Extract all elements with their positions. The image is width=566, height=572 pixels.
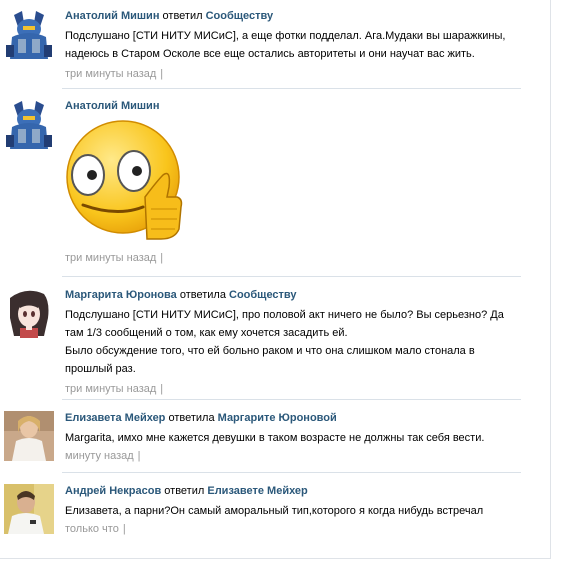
comment-header: Маргарита Юронова ответила Сообществу [65, 288, 520, 302]
comment-text: Подслушано [СТИ НИТУ МИСиС], про половой… [65, 309, 504, 339]
comment-body: Маргарита Юронова ответила Сообществу По… [65, 288, 520, 396]
reply-verb: ответил [164, 485, 205, 497]
comment-item: Елизавета Мейхер ответила Маргарите Юрон… [4, 411, 520, 467]
reply-target-link[interactable]: Маргарите Юроновой [218, 412, 337, 424]
comment-text: Margarita, имхо мне кажется девушки в та… [65, 432, 485, 444]
reply-target-link[interactable]: Сообществу [206, 10, 274, 22]
timestamp[interactable]: три минуты назад [65, 383, 156, 395]
separator: | [160, 383, 164, 395]
separator: | [122, 523, 126, 535]
comments-panel: Анатолий Мишин ответил Сообществу Подслу… [0, 0, 551, 559]
reply-verb: ответила [179, 289, 226, 301]
comment-meta: три минуты назад | [65, 67, 520, 81]
avatar[interactable] [4, 484, 54, 534]
comment-header: Анатолий Мишин ответил Сообществу [65, 9, 520, 23]
comment-meta: три минуты назад | [65, 382, 520, 396]
divider [62, 88, 521, 89]
author-link[interactable]: Анатолий Мишин [65, 10, 159, 22]
reply-verb: ответила [168, 412, 215, 424]
thumbs-up-smiley-sticker [65, 117, 185, 245]
separator: | [160, 252, 164, 264]
comment-body: Андрей Некрасов ответил Елизавете Мейхер… [65, 484, 520, 536]
comment-meta: три минуты назад | [65, 251, 520, 265]
author-link[interactable]: Анатолий Мишин [65, 100, 159, 112]
comment-body: Анатолий Мишин ответил Сообществу Подслу… [65, 9, 520, 81]
author-link[interactable]: Елизавета Мейхер [65, 412, 165, 424]
divider [62, 276, 521, 277]
comment-item: Маргарита Юронова ответила Сообществу По… [4, 288, 520, 395]
avatar[interactable] [4, 99, 54, 149]
reply-verb: ответил [162, 10, 203, 22]
comment-body: Анатолий Мишин три минуты назад | [65, 99, 520, 265]
divider [62, 399, 521, 400]
comment-header: Анатолий Мишин [65, 99, 520, 113]
separator: | [160, 68, 164, 80]
reply-target-link[interactable]: Елизавете Мейхер [207, 485, 307, 497]
timestamp[interactable]: три минуты назад [65, 252, 156, 264]
comment-text: Подслушано [СТИ НИТУ МИСиС], а еще фотки… [65, 30, 506, 60]
comment-header: Елизавета Мейхер ответила Маргарите Юрон… [65, 411, 520, 425]
comment-text-continued: Было обсуждение того, что ей больно рако… [65, 345, 475, 375]
timestamp[interactable]: три минуты назад [65, 68, 156, 80]
timestamp[interactable]: минуту назад [65, 450, 134, 462]
comment-meta: минуту назад | [65, 449, 520, 463]
avatar[interactable] [4, 9, 54, 59]
author-link[interactable]: Маргарита Юронова [65, 289, 177, 301]
timestamp[interactable]: только что [65, 523, 119, 535]
divider [62, 472, 521, 473]
comment-meta: только что | [65, 522, 520, 536]
author-link[interactable]: Андрей Некрасов [65, 485, 161, 497]
comment-item: Анатолий Мишин ответил Сообществу Подслу… [4, 9, 520, 81]
comment-text: Елизавета, а парни?Он самый аморальный т… [65, 505, 484, 517]
avatar[interactable] [4, 411, 54, 461]
comment-item: Анатолий Мишин три минуты назад | [4, 99, 520, 269]
comment-body: Елизавета Мейхер ответила Маргарите Юрон… [65, 411, 520, 463]
comment-item: Андрей Некрасов ответил Елизавете Мейхер… [4, 484, 520, 540]
avatar[interactable] [4, 288, 54, 338]
reply-target-link[interactable]: Сообществу [229, 289, 297, 301]
separator: | [137, 450, 141, 462]
comment-header: Андрей Некрасов ответил Елизавете Мейхер [65, 484, 520, 498]
